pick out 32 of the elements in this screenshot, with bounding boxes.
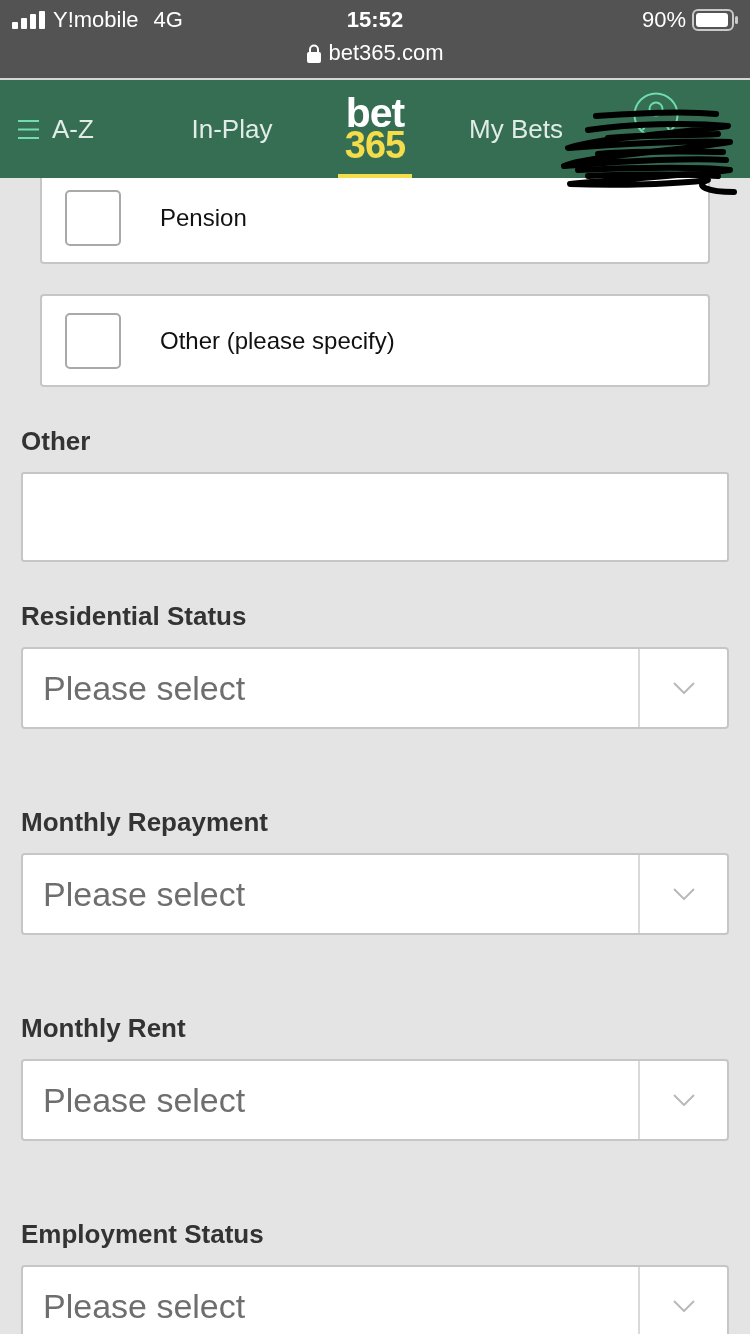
menu-icon [18, 119, 39, 139]
field-label: Monthly Rent [21, 1012, 186, 1044]
option-label: Other (please specify) [160, 326, 395, 355]
select-dropdown[interactable]: Please select [21, 1265, 729, 1334]
nav-tab[interactable]: My Bets [469, 80, 563, 178]
signal-icon [12, 11, 46, 29]
checkbox-option-card[interactable]: Other (please specify) [40, 294, 710, 387]
chevron-down-icon [672, 888, 695, 900]
url-address: bet365.com [328, 40, 444, 66]
field-label: Residential Status [21, 600, 247, 632]
checkbox[interactable] [65, 312, 121, 369]
select-dropdown[interactable]: Please select [21, 647, 729, 729]
select-dropdown[interactable]: Please select [21, 1059, 729, 1141]
carrier-name: Y!mobile [53, 7, 139, 33]
option-label: Pension [160, 203, 247, 232]
a-z-menu-tab[interactable]: A-Z [0, 80, 168, 178]
text-input[interactable] [21, 472, 729, 562]
field-label: Monthly Repayment [21, 806, 269, 838]
chevron-down-icon [672, 1094, 695, 1106]
nav-tab[interactable]: In-Play [191, 80, 273, 178]
checkbox-option-card[interactable]: Pension [40, 178, 710, 264]
battery-percent: 90% [641, 7, 686, 33]
chevron-down-icon [672, 1300, 695, 1312]
battery-icon [692, 9, 738, 31]
checkbox[interactable] [65, 189, 121, 246]
clock-time: 15:52 [346, 7, 404, 33]
lock-icon [306, 43, 321, 63]
field-label: Other [21, 425, 91, 457]
select-dropdown[interactable]: Please select [21, 853, 729, 935]
chevron-down-icon [672, 682, 695, 694]
field-label: Employment Status [21, 1218, 264, 1250]
network-type: 4G [153, 7, 183, 33]
